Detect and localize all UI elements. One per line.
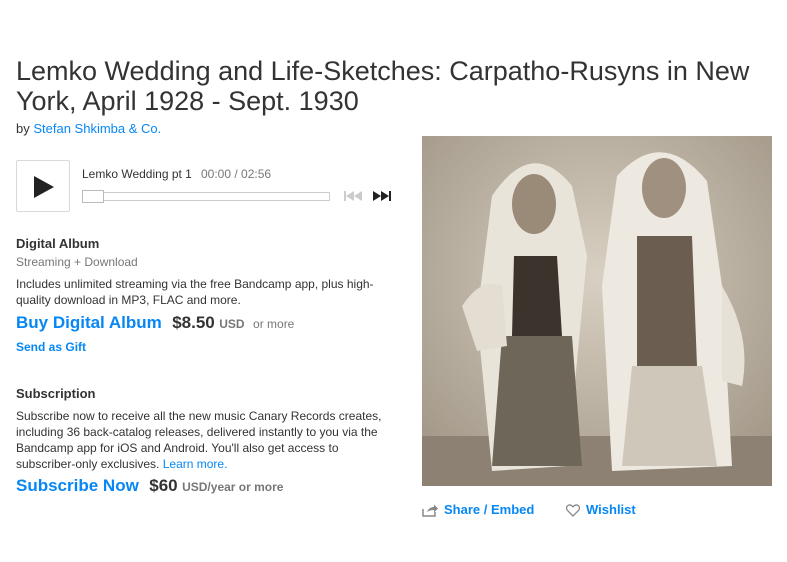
digital-album-heading: Digital Album	[16, 236, 100, 251]
share-embed-button[interactable]: Share / Embed	[422, 502, 534, 517]
audio-player: Lemko Wedding pt 1 00:00 / 02:56	[16, 160, 396, 214]
buy-row: Buy Digital Album $8.50 USD or more	[16, 313, 294, 333]
subscribe-row: Subscribe Now $60 USD/year or more	[16, 476, 283, 496]
digital-album-or-more: or more	[253, 317, 295, 331]
track-time: 00:00 / 02:56	[201, 167, 272, 181]
subscription-heading: Subscription	[16, 386, 96, 401]
subscribe-now-button[interactable]: Subscribe Now	[16, 476, 139, 495]
track-title: Lemko Wedding pt 1	[82, 167, 192, 181]
play-button[interactable]	[16, 160, 70, 212]
wishlist-button[interactable]: Wishlist	[565, 502, 636, 517]
heart-icon	[565, 504, 581, 517]
send-as-gift-link[interactable]: Send as Gift	[16, 340, 86, 354]
subscription-period: USD/year or more	[182, 480, 284, 494]
next-track-icon[interactable]	[373, 190, 391, 202]
digital-album-description: Includes unlimited streaming via the fre…	[16, 277, 374, 307]
prev-track-icon[interactable]	[344, 190, 362, 202]
artist-link[interactable]: Stefan Shkimba & Co.	[33, 121, 161, 136]
by-prefix: by	[16, 121, 30, 136]
buy-digital-album-button[interactable]: Buy Digital Album	[16, 313, 162, 332]
learn-more-link[interactable]: Learn more.	[163, 457, 228, 471]
share-embed-label: Share / Embed	[444, 502, 535, 517]
share-icon	[422, 504, 438, 517]
progress-bar[interactable]	[82, 190, 330, 203]
digital-album-currency: USD	[219, 317, 245, 331]
album-title: Lemko Wedding and Life-Sketches: Carpath…	[16, 56, 750, 116]
subscription-price: $60	[149, 476, 178, 495]
progress-thumb[interactable]	[82, 190, 104, 203]
subscription-description: Subscribe now to receive all the new mus…	[16, 408, 386, 472]
album-cover-photo[interactable]	[422, 136, 772, 486]
album-cover-illustration	[422, 136, 772, 486]
digital-album-format: Streaming + Download	[16, 255, 138, 269]
digital-album-price: $8.50	[172, 313, 215, 332]
wishlist-label: Wishlist	[586, 502, 636, 517]
play-icon	[34, 176, 54, 198]
byline: by Stefan Shkimba & Co.	[16, 121, 161, 136]
